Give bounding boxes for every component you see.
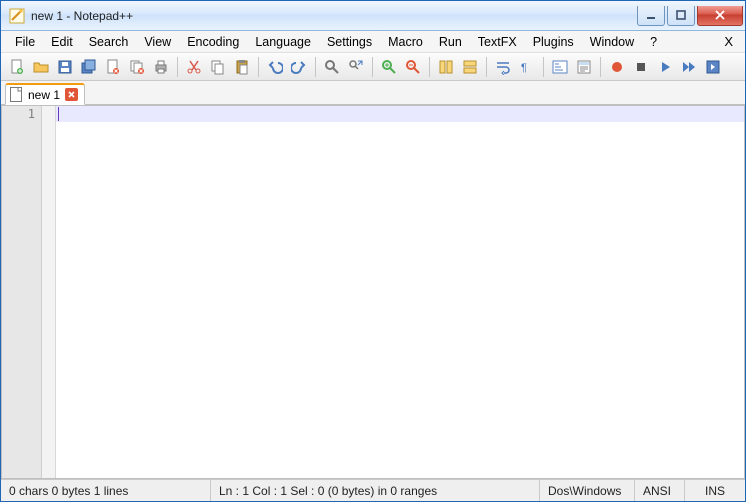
wrap-icon[interactable] [492,56,514,78]
current-line-highlight [56,106,744,122]
sync-v-icon[interactable] [435,56,457,78]
menu-bar: File Edit Search View Encoding Language … [1,31,745,53]
zoom-out-icon[interactable] [402,56,424,78]
editor-area: 1 [1,105,745,479]
open-file-icon[interactable] [30,56,52,78]
close-all-icon[interactable] [126,56,148,78]
menu-settings[interactable]: Settings [319,33,380,51]
close-icon[interactable] [102,56,124,78]
tab-label: new 1 [28,88,60,102]
save-macro-icon[interactable] [702,56,724,78]
menu-run[interactable]: Run [431,33,470,51]
fast-forward-icon[interactable] [678,56,700,78]
status-counts: 0 chars 0 bytes 1 lines [1,480,211,501]
save-all-icon[interactable] [78,56,100,78]
fold-margin [42,106,56,478]
menu-language[interactable]: Language [247,33,319,51]
play-macro-icon[interactable] [654,56,676,78]
toolbar-separator [177,57,178,77]
status-bar: 0 chars 0 bytes 1 lines Ln : 1 Col : 1 S… [1,479,745,501]
document-icon [10,87,23,102]
toolbar-separator [486,57,487,77]
menu-file[interactable]: File [7,33,43,51]
menu-view[interactable]: View [136,33,179,51]
caret [58,107,59,121]
menu-textfx[interactable]: TextFX [470,33,525,51]
save-icon[interactable] [54,56,76,78]
status-position: Ln : 1 Col : 1 Sel : 0 (0 bytes) in 0 ra… [211,480,540,501]
toolbar-separator [600,57,601,77]
line-number-gutter: 1 [2,106,42,478]
indent-guide-icon[interactable] [549,56,571,78]
titlebar[interactable]: new 1 - Notepad++ [1,1,745,31]
record-macro-icon[interactable] [606,56,628,78]
app-icon [9,8,25,24]
maximize-button[interactable] [667,6,695,26]
app-window: new 1 - Notepad++ File Edit Search View … [0,0,746,502]
stop-macro-icon[interactable] [630,56,652,78]
doc-map-icon[interactable] [573,56,595,78]
cut-icon[interactable] [183,56,205,78]
tab-bar: new 1 [1,81,745,105]
find-icon[interactable] [321,56,343,78]
menu-macro[interactable]: Macro [380,33,431,51]
replace-icon[interactable] [345,56,367,78]
close-window-button[interactable] [697,6,743,26]
text-content[interactable] [56,106,744,478]
toolbar-separator [543,57,544,77]
menu-window[interactable]: Window [582,33,642,51]
sync-h-icon[interactable] [459,56,481,78]
menu-edit[interactable]: Edit [43,33,81,51]
print-icon[interactable] [150,56,172,78]
minimize-button[interactable] [637,6,665,26]
toolbar-separator [315,57,316,77]
show-all-icon[interactable]: ¶ [516,56,538,78]
toolbar-separator [372,57,373,77]
window-controls [635,6,743,26]
toolbar-separator [429,57,430,77]
menu-close-x[interactable]: X [718,32,739,51]
new-file-icon[interactable] [6,56,28,78]
redo-icon[interactable] [288,56,310,78]
menu-encoding[interactable]: Encoding [179,33,247,51]
copy-icon[interactable] [207,56,229,78]
svg-text:¶: ¶ [521,62,527,74]
paste-icon[interactable] [231,56,253,78]
window-title: new 1 - Notepad++ [31,9,133,23]
tab-close-button[interactable] [65,88,78,101]
zoom-in-icon[interactable] [378,56,400,78]
status-encoding: ANSI [635,480,685,501]
menu-plugins[interactable]: Plugins [525,33,582,51]
menu-search[interactable]: Search [81,33,137,51]
line-number: 1 [8,106,35,122]
undo-icon[interactable] [264,56,286,78]
menu-help[interactable]: ? [642,33,665,51]
toolbar-separator [258,57,259,77]
toolbar: ¶ [1,53,745,81]
tab-new-1[interactable]: new 1 [5,83,85,105]
status-mode: INS [685,480,745,501]
status-eol: Dos\Windows [540,480,635,501]
